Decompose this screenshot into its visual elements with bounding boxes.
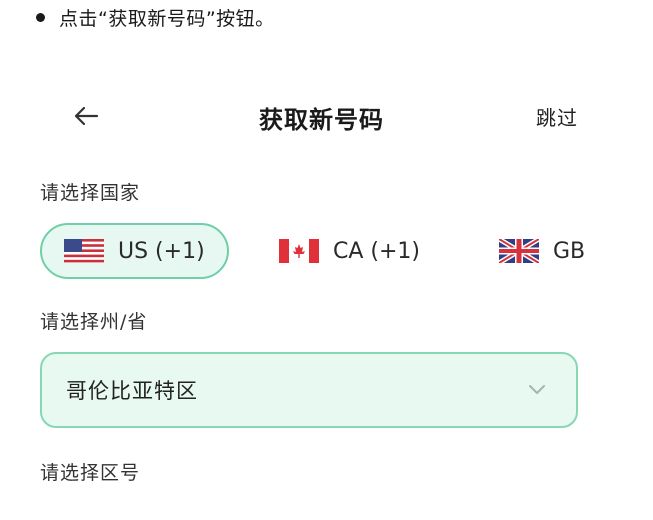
- state-select-value: 哥伦比亚特区: [66, 379, 198, 403]
- page: 点击“获取新号码”按钮。 获取新号码 跳过 请选择国家 US (+1) CA (…: [0, 0, 653, 520]
- instruction-text: 点击“获取新号码”按钮。: [59, 8, 275, 30]
- country-code-label: US (+1): [118, 238, 205, 264]
- state-select[interactable]: 哥伦比亚特区: [40, 352, 578, 428]
- state-section-label: 请选择州/省: [40, 311, 148, 333]
- chevron-down-icon: [529, 385, 545, 394]
- country-section-label: 请选择国家: [40, 182, 141, 204]
- instruction-line: 点击“获取新号码”按钮。: [30, 4, 275, 31]
- us-flag-icon: [64, 239, 104, 263]
- skip-button[interactable]: 跳过: [536, 102, 578, 131]
- bullet-icon: [36, 13, 45, 22]
- country-code-label: CA (+1): [333, 238, 421, 264]
- country-chip-gb[interactable]: GB: [499, 223, 585, 279]
- country-code-label: GB: [553, 238, 586, 264]
- area-code-section-label: 请选择区号: [40, 462, 141, 484]
- country-chip-ca[interactable]: CA (+1): [279, 223, 420, 279]
- ca-flag-icon: [279, 239, 319, 263]
- app-header: 获取新号码 跳过: [0, 92, 653, 140]
- country-chip-us[interactable]: US (+1): [40, 223, 229, 279]
- gb-flag-icon: [499, 239, 539, 263]
- country-chip-list: US (+1) CA (+1) GB: [40, 223, 653, 279]
